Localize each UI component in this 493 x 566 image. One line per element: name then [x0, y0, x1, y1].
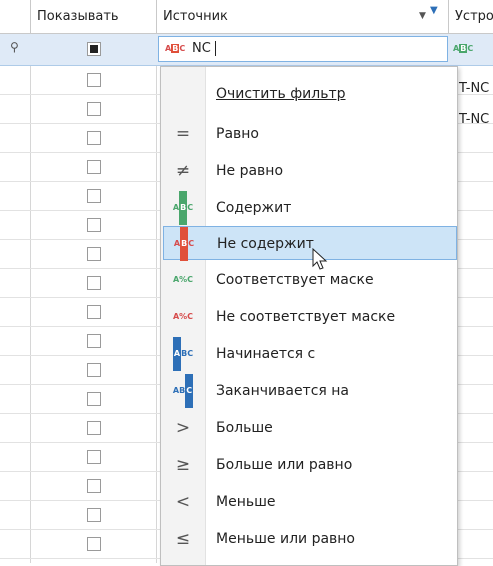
row-show-checkbox[interactable] [87, 421, 101, 435]
row-show-checkbox[interactable] [87, 392, 101, 406]
menu-item-label: Не соответствует маске [216, 309, 396, 325]
menu-item-label: Соответствует маске [216, 272, 374, 288]
menu-item-less[interactable]: < Меньше [161, 485, 457, 519]
menu-item-less-or-equal[interactable]: ≤ Меньше или равно [161, 522, 457, 556]
source-filter-value[interactable]: NC [192, 41, 211, 56]
column-header-show-label: Показывать [37, 9, 119, 24]
menu-item-label: Меньше [216, 494, 276, 510]
row-show-checkbox[interactable] [87, 131, 101, 145]
less-or-equal-icon: ≤ [175, 529, 191, 549]
row-show-checkbox[interactable] [87, 305, 101, 319]
menu-item-label: Содержит [216, 200, 292, 216]
menu-item-not-matches-mask[interactable]: A%C Не соответствует маске [161, 300, 457, 334]
not-mask-icon: A%C [172, 312, 194, 321]
menu-item-matches-mask[interactable]: A%C Соответствует маске [161, 263, 457, 297]
menu-item-label: Больше [216, 420, 273, 436]
row-show-checkbox[interactable] [87, 479, 101, 493]
column-header-device-label: Устро [455, 9, 493, 24]
menu-item-label: Очистить фильтр [216, 86, 346, 102]
menu-item-not-contains[interactable]: ABC Не содержит [162, 226, 457, 261]
filter-dropdown-menu: Очистить фильтр = Равно ≠ Не равно ABC С… [160, 66, 458, 566]
row-show-checkbox[interactable] [87, 334, 101, 348]
row-show-checkbox[interactable] [87, 247, 101, 261]
contains-icon: ABC [161, 191, 205, 225]
menu-item-label: Меньше или равно [216, 531, 356, 547]
menu-item-not-equals[interactable]: ≠ Не равно [161, 154, 457, 188]
row-show-checkbox[interactable] [87, 102, 101, 116]
menu-item-label: Равно [216, 126, 259, 142]
row-show-checkbox[interactable] [87, 508, 101, 522]
grid-line [30, 0, 31, 563]
equals-icon: = [175, 124, 191, 144]
source-filter-cell[interactable]: ABC NC [158, 36, 448, 62]
menu-item-clear-filter[interactable]: Очистить фильтр [161, 77, 457, 111]
column-header-show[interactable]: Показывать [31, 0, 157, 33]
filter-show-checkbox[interactable] [87, 42, 101, 56]
column-header-device[interactable]: Устро [449, 0, 493, 33]
menu-item-label: Начинается с [216, 346, 316, 362]
menu-item-begins-with[interactable]: ABC Начинается с [161, 337, 457, 371]
row-show-checkbox[interactable] [87, 218, 101, 232]
sort-arrow-icon[interactable]: ▼ [419, 0, 426, 33]
filter-icon[interactable]: ▼ [430, 0, 438, 27]
menu-item-label: Больше или равно [216, 457, 353, 473]
row-show-checkbox[interactable] [87, 537, 101, 551]
text-caret [215, 41, 216, 56]
row-show-checkbox[interactable] [87, 189, 101, 203]
row-show-checkbox[interactable] [87, 160, 101, 174]
ends-with-icon: ABC [161, 374, 205, 408]
not-contains-icon: ABC [165, 44, 186, 53]
pin-icon: ⚲ [10, 40, 19, 54]
row-show-checkbox[interactable] [87, 363, 101, 377]
menu-item-contains[interactable]: ABC Содержит [161, 191, 457, 225]
device-cell[interactable]: T-NC [459, 81, 489, 96]
menu-item-label: Заканчивается на [216, 383, 350, 399]
mouse-cursor-icon [312, 248, 328, 270]
menu-item-ends-with[interactable]: ABC Заканчивается на [161, 374, 457, 408]
greater-or-equal-icon: ≥ [175, 455, 191, 475]
device-filter-icon[interactable]: ABC [453, 44, 473, 53]
row-show-checkbox[interactable] [87, 450, 101, 464]
menu-item-label: Не равно [216, 163, 284, 179]
grid-header: Показывать Источник ▼ ▼ Устро [0, 0, 493, 34]
row-indicator-header [0, 0, 31, 33]
device-cell[interactable]: T-NC [459, 112, 489, 127]
not-contains-icon: ABC [162, 227, 206, 261]
column-header-source[interactable]: Источник ▼ ▼ [157, 0, 449, 33]
menu-item-greater-or-equal[interactable]: ≥ Больше или равно [161, 448, 457, 482]
mask-icon: A%C [172, 275, 194, 284]
row-show-checkbox[interactable] [87, 276, 101, 290]
menu-item-greater[interactable]: > Больше [161, 411, 457, 445]
begins-with-icon: ABC [161, 337, 205, 371]
row-show-checkbox[interactable] [87, 73, 101, 87]
greater-icon: > [175, 418, 191, 438]
menu-item-label: Не содержит [217, 236, 314, 252]
grid-line [156, 0, 157, 563]
menu-item-equals[interactable]: = Равно [161, 117, 457, 151]
less-icon: < [175, 492, 191, 512]
not-equals-icon: ≠ [175, 161, 191, 181]
column-header-source-label: Источник [163, 9, 228, 24]
